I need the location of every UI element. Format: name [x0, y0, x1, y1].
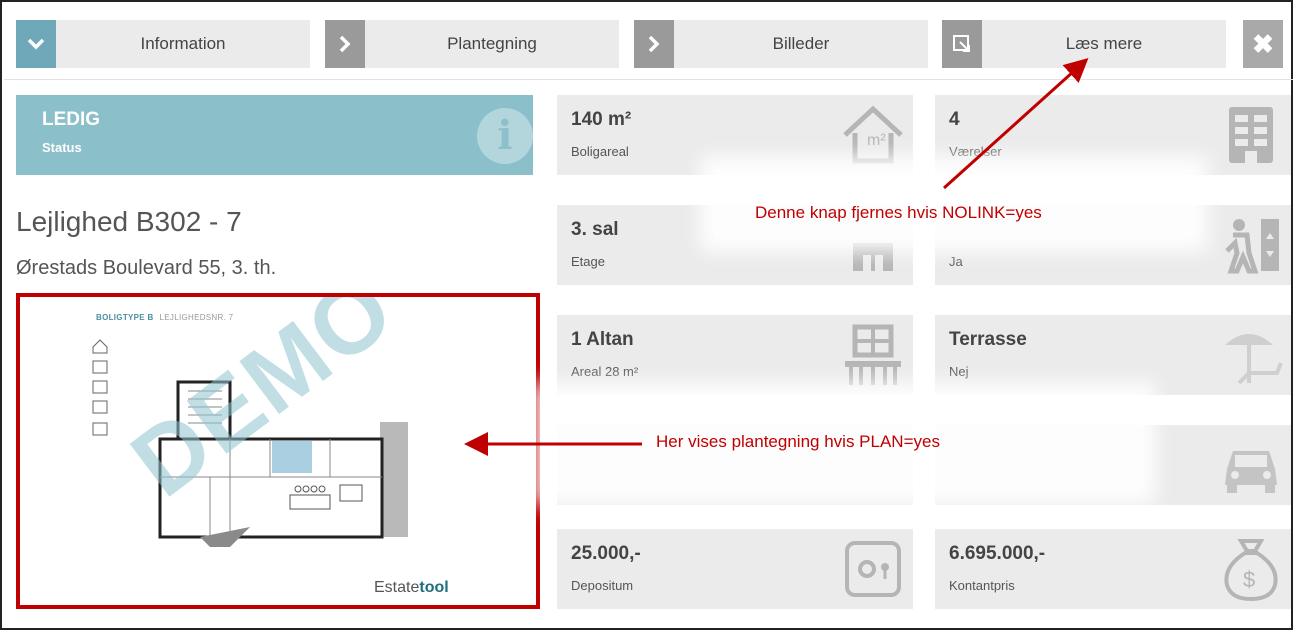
annotation-nolink: Denne knap fjernes hvis NOLINK=yes [755, 203, 1042, 222]
annotation-plan: Her vises plantegning hvis PLAN=yes [656, 432, 940, 451]
property-panel: Information Plantegning Billeder Læs mer… [0, 0, 1293, 630]
annotation-arrows [464, 57, 1089, 456]
